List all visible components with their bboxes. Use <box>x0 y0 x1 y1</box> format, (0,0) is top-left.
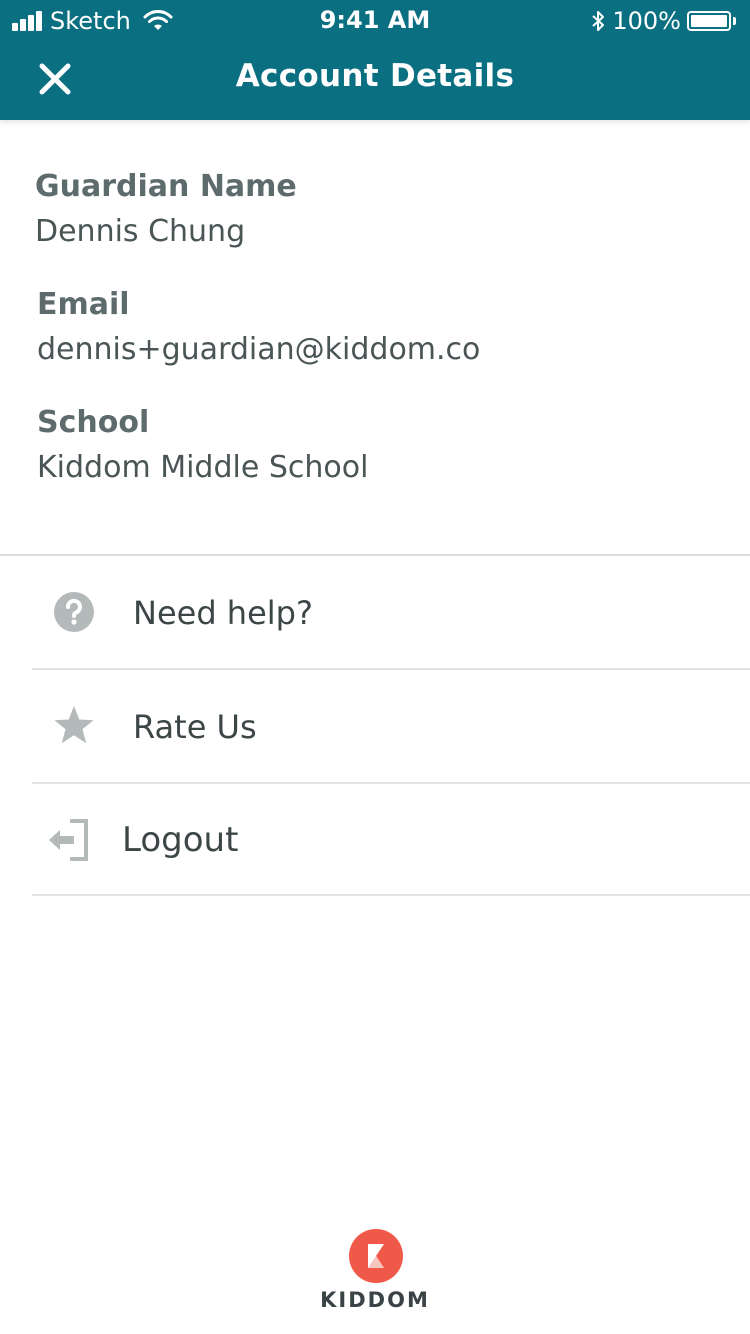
menu-label-rate-us: Rate Us <box>133 708 257 746</box>
school-label: School <box>37 405 150 440</box>
brand-wordmark: KIDDOM <box>320 1288 430 1312</box>
menu-item-logout[interactable]: Logout <box>0 784 750 896</box>
logout-icon <box>49 819 88 861</box>
school-field: School Kiddom Middle School <box>37 403 368 491</box>
school-value: Kiddom Middle School <box>37 450 369 485</box>
help-icon <box>54 592 94 632</box>
menu-label-logout: Logout <box>122 820 239 860</box>
status-bar: Sketch 9:41 AM 100% <box>0 0 750 40</box>
app-header: Sketch 9:41 AM 100% Account Details <box>0 0 750 120</box>
menu-label-need-help: Need help? <box>133 594 313 632</box>
page-title: Account Details <box>235 58 515 94</box>
email-value: dennis+guardian@kiddom.co <box>37 332 481 367</box>
guardian-name-label: Guardian Name <box>35 169 297 204</box>
kiddom-logo-icon <box>349 1229 403 1283</box>
email-label: Email <box>37 287 130 322</box>
email-field: Email dennis+guardian@kiddom.co <box>37 285 480 373</box>
battery-tip <box>733 17 736 25</box>
status-right: 100% <box>590 6 736 36</box>
star-icon <box>54 706 94 744</box>
bluetooth-icon <box>592 11 605 31</box>
battery-percent: 100% <box>612 7 681 35</box>
menu-item-rate-us[interactable]: Rate Us <box>0 670 750 782</box>
guardian-name-value: Dennis Chung <box>35 214 246 249</box>
menu-divider <box>32 894 750 896</box>
guardian-name-field: Guardian Name Dennis Chung <box>35 167 297 255</box>
menu-item-need-help[interactable]: Need help? <box>0 556 750 668</box>
battery-icon <box>687 11 731 31</box>
